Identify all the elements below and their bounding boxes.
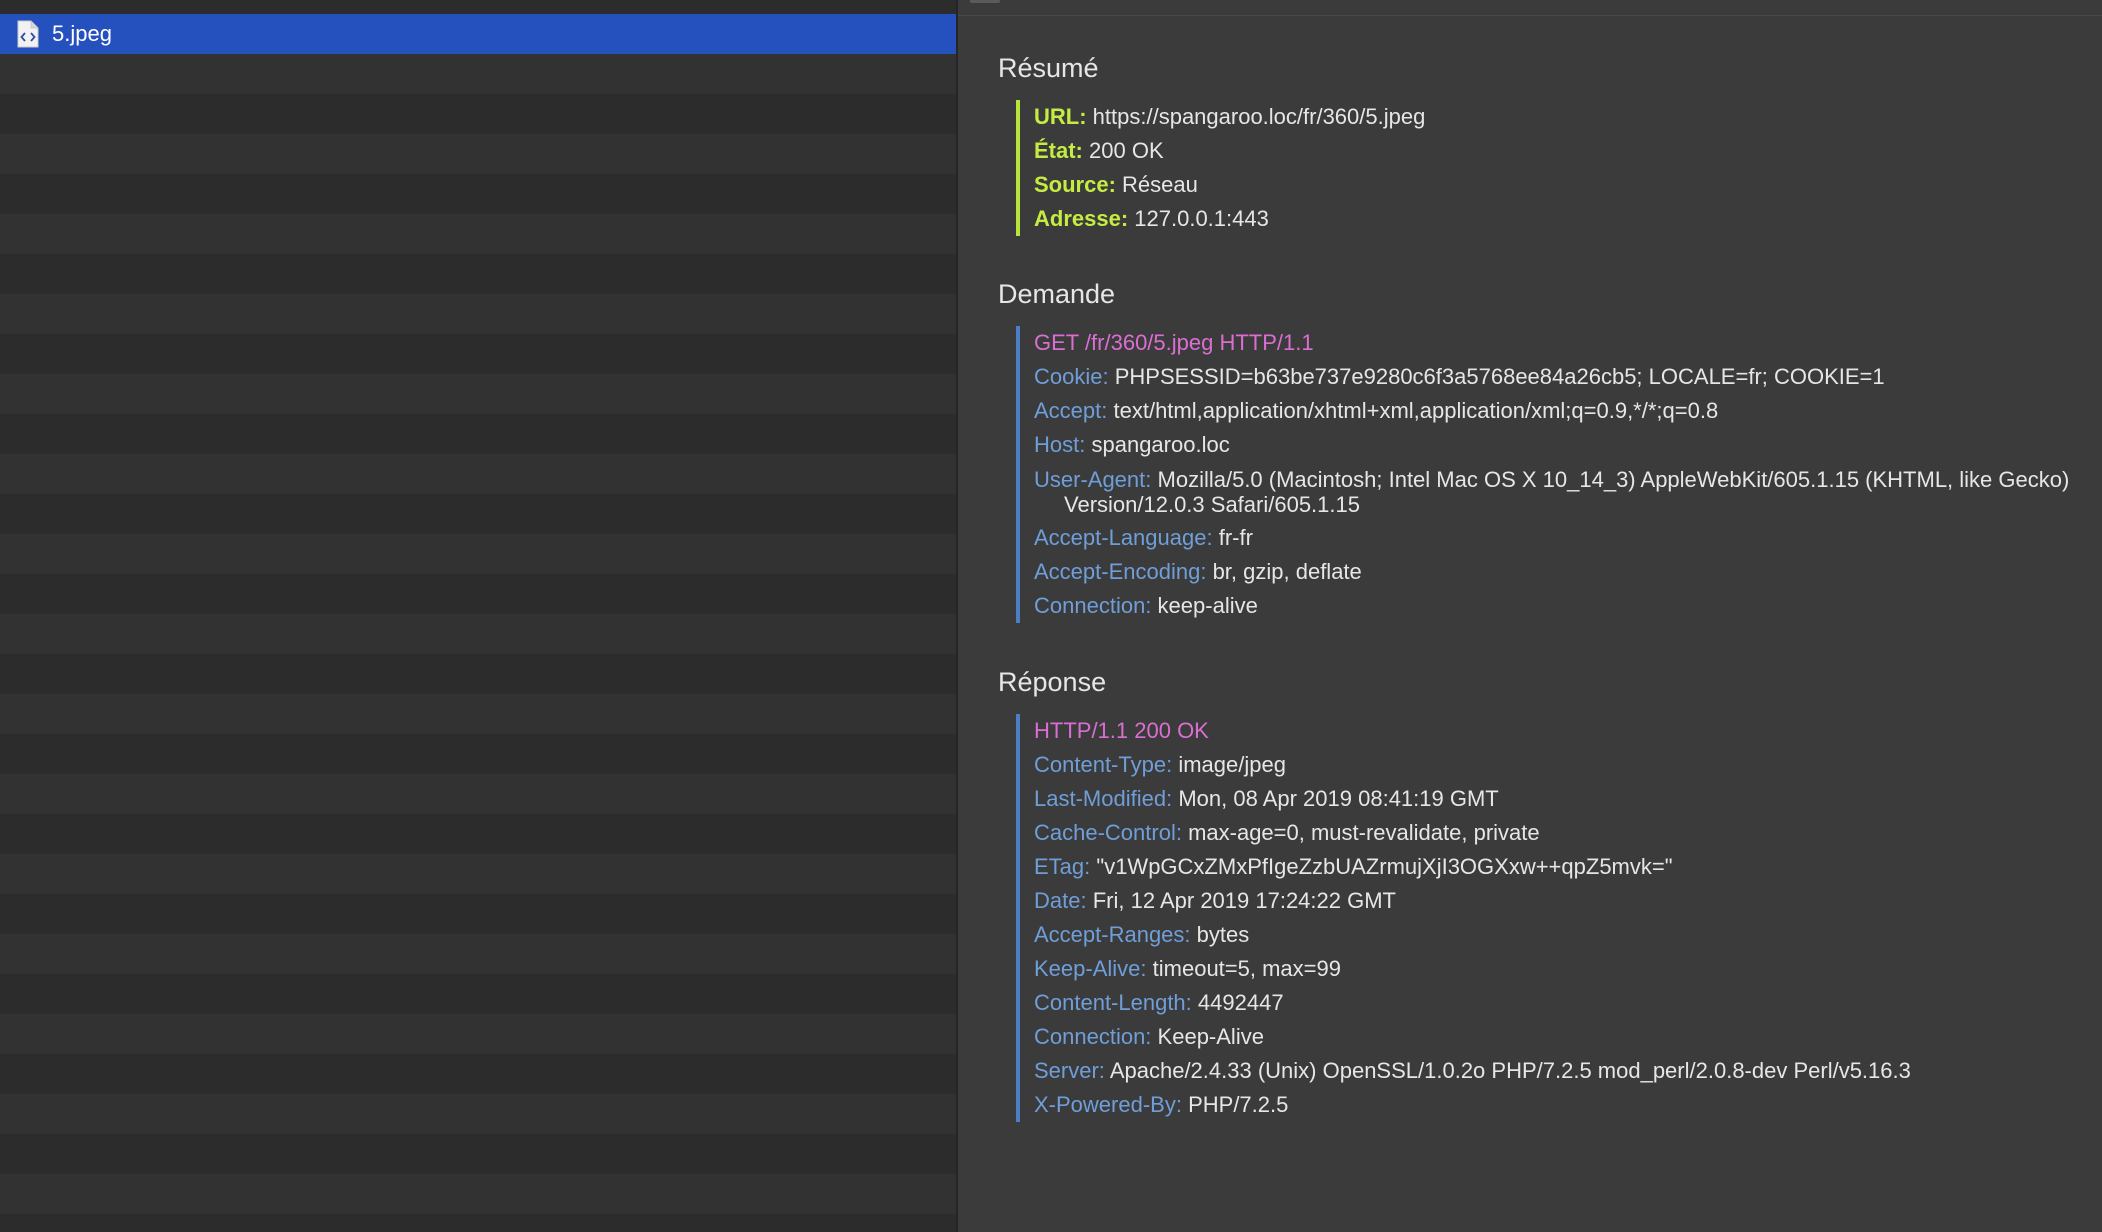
header-value: Fri, 12 Apr 2019 17:24:22 GMT [1092,888,1396,913]
response-header-row: Date: Fri, 12 Apr 2019 17:24:22 GMT [1034,884,2098,918]
top-bar-tab[interactable] [970,0,1000,3]
header-key: Accept: [1034,398,1108,423]
header-value: PHPSESSID=b63be737e9280c6f3a5768ee84a26c… [1114,364,1885,389]
response-header-row: Accept-Ranges: bytes [1034,918,2098,952]
header-value: fr-fr [1218,525,1253,550]
summary-row: Source: Réseau [1034,168,2098,202]
header-value: "v1WpGCxZMxPfIgeZzbUAZrmujXjI3OGXxw++qpZ… [1096,854,1673,879]
header-value: keep-alive [1157,593,1258,618]
summary-value: Réseau [1122,172,1198,197]
summary-row: Adresse: 127.0.0.1:443 [1034,202,2098,236]
header-value: 4492447 [1197,990,1284,1015]
summary-key: État: [1034,138,1083,163]
header-key: Content-Type: [1034,752,1173,777]
response-header-row: Content-Type: image/jpeg [1034,748,2098,782]
header-value: timeout=5, max=99 [1152,956,1341,981]
details-top-bar [958,0,2102,16]
header-value: Mozilla/5.0 (Macintosh; Intel Mac OS X 1… [1064,467,2070,517]
response-title: Réponse [998,667,1107,697]
header-key: Date: [1034,888,1087,913]
summary-row: URL: https://spangaroo.loc/fr/360/5.jpeg [1034,100,2098,134]
header-key: Accept-Ranges: [1034,922,1191,947]
request-title: Demande [998,279,1116,309]
header-key: Accept-Language: [1034,525,1213,550]
summary-value: 127.0.0.1:443 [1134,206,1269,231]
summary-section: Résumé URL: https://spangaroo.loc/fr/360… [998,48,2098,236]
request-header-row: Cookie: PHPSESSID=b63be737e9280c6f3a5768… [1034,360,2098,394]
header-key: Content-Length: [1034,990,1192,1015]
header-value: Apache/2.4.33 (Unix) OpenSSL/1.0.2o PHP/… [1109,1058,1911,1083]
request-line: GET /fr/360/5.jpeg HTTP/1.1 [1034,330,1314,355]
header-key: X-Powered-By: [1034,1092,1182,1117]
list-item-selected-file[interactable]: 5.jpeg [0,14,956,54]
file-name-label: 5.jpeg [52,21,112,46]
header-key: User-Agent: [1034,467,1152,492]
empty-list-rows [0,54,956,1232]
request-header-row: Accept-Language: fr-fr [1034,521,2098,555]
response-header-row: Server: Apache/2.4.33 (Unix) OpenSSL/1.0… [1034,1054,2098,1088]
header-key: Host: [1034,432,1086,457]
request-section: Demande GET /fr/360/5.jpeg HTTP/1.1 Cook… [998,274,2098,623]
header-value: spangaroo.loc [1091,432,1230,457]
response-body: HTTP/1.1 200 OK Content-Type: image/jpeg… [1016,714,2098,1122]
request-header-row: Accept: text/html,application/xhtml+xml,… [1034,394,2098,428]
response-section: Réponse HTTP/1.1 200 OK Content-Type: im… [998,662,2098,1122]
response-header-row: Cache-Control: max-age=0, must-revalidat… [1034,816,2098,850]
header-value: text/html,application/xhtml+xml,applicat… [1113,398,1719,423]
status-line: HTTP/1.1 200 OK [1034,718,1209,743]
header-value: br, gzip, deflate [1212,559,1362,584]
header-value: image/jpeg [1178,752,1286,777]
web-inspector-network-view: 5.jpeg Résumé URL: https://spangaroo.loc… [0,0,2102,1232]
header-value: Keep-Alive [1157,1024,1264,1049]
summary-body: URL: https://spangaroo.loc/fr/360/5.jpeg… [1016,100,2098,236]
summary-value: 200 OK [1089,138,1164,163]
list-header-strip [0,0,956,14]
response-header-row: Content-Length: 4492447 [1034,986,2098,1020]
request-body: GET /fr/360/5.jpeg HTTP/1.1 Cookie: PHPS… [1016,326,2098,623]
response-header-row: Keep-Alive: timeout=5, max=99 [1034,952,2098,986]
summary-value: https://spangaroo.loc/fr/360/5.jpeg [1092,104,1426,129]
header-key: Cache-Control: [1034,820,1182,845]
response-header-row: Connection: Keep-Alive [1034,1020,2098,1054]
summary-key: Source: [1034,172,1116,197]
header-key: ETag: [1034,854,1091,879]
resource-details-pane: Résumé URL: https://spangaroo.loc/fr/360… [958,0,2102,1232]
response-header-row: ETag: "v1WpGCxZMxPfIgeZzbUAZrmujXjI3OGXx… [1034,850,2098,884]
request-header-row: Accept-Encoding: br, gzip, deflate [1034,555,2098,589]
header-key: Cookie: [1034,364,1109,389]
header-key: Server: [1034,1058,1105,1083]
header-value: max-age=0, must-revalidate, private [1188,820,1540,845]
document-code-icon [16,20,40,48]
summary-row: État: 200 OK [1034,134,2098,168]
header-value: PHP/7.2.5 [1188,1092,1289,1117]
request-header-row: User-Agent: Mozilla/5.0 (Macintosh; Inte… [1034,462,2090,521]
header-key: Accept-Encoding: [1034,559,1207,584]
response-header-row: Last-Modified: Mon, 08 Apr 2019 08:41:19… [1034,782,2098,816]
summary-title: Résumé [998,53,1099,83]
request-bar [1016,326,1020,623]
header-value: bytes [1196,922,1250,947]
request-header-row: Connection: keep-alive [1034,589,2098,623]
summary-bar [1016,100,1020,236]
request-header-row: Host: spangaroo.loc [1034,428,2098,462]
summary-key: URL: [1034,104,1087,129]
header-key: Connection: [1034,1024,1152,1049]
header-key: Last-Modified: [1034,786,1173,811]
response-header-row: X-Powered-By: PHP/7.2.5 [1034,1088,2098,1122]
header-value: Mon, 08 Apr 2019 08:41:19 GMT [1178,786,1499,811]
header-key: Connection: [1034,593,1152,618]
header-key: Keep-Alive: [1034,956,1147,981]
summary-key: Adresse: [1034,206,1129,231]
resource-list: 5.jpeg [0,0,956,1232]
response-bar [1016,714,1020,1122]
